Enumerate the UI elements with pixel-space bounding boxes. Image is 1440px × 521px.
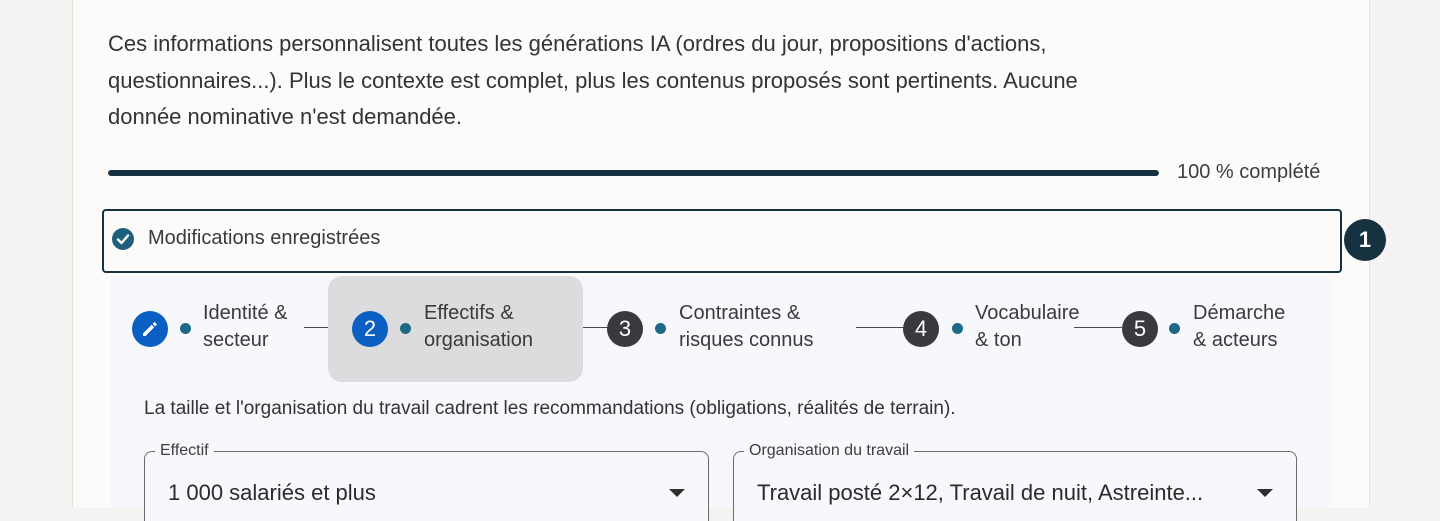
step-4-circle[interactable]: 4 <box>903 311 939 347</box>
chevron-down-icon <box>1257 489 1273 497</box>
step-connector <box>856 327 904 328</box>
pencil-icon <box>143 322 157 336</box>
step-1-circle[interactable] <box>132 311 168 347</box>
effectif-select[interactable]: Effectif 1 000 salariés et plus <box>144 442 709 521</box>
progress-label: 100 % complété <box>1177 161 1321 183</box>
effectif-label: Effectif <box>155 442 214 460</box>
step-2-circle[interactable]: 2 <box>352 311 388 347</box>
progress-bar <box>108 170 1159 176</box>
step-4-label: Vocabulaire & ton <box>975 302 1080 351</box>
step-dot <box>400 323 411 334</box>
annotation-marker: 1 <box>1344 219 1386 261</box>
step-dot <box>655 323 666 334</box>
progress-bar-fill <box>108 170 1159 176</box>
step-3-circle[interactable]: 3 <box>607 311 643 347</box>
step-connector <box>1074 327 1122 328</box>
save-status-banner: Modifications enregistrées <box>102 209 1342 273</box>
step-dot <box>1169 323 1180 334</box>
organisation-value: Travail posté 2×12, Travail de nuit, Ast… <box>757 480 1204 505</box>
step-5-label: Démarche & acteurs <box>1193 302 1286 351</box>
chevron-down-icon <box>669 489 685 497</box>
step-2-label: Effectifs & organisation <box>424 302 533 351</box>
organisation-select[interactable]: Organisation du travail Travail posté 2×… <box>733 442 1297 521</box>
intro-text: Ces informations personnalisent toutes l… <box>108 31 1078 129</box>
step-3-label: Contraintes & risques connus <box>679 302 814 351</box>
step-5-circle[interactable]: 5 <box>1122 311 1158 347</box>
step-1-label: Identité & secteur <box>203 302 288 351</box>
step-dot <box>952 323 963 334</box>
step-dot <box>180 323 191 334</box>
save-status-text: Modifications enregistrées <box>148 227 381 249</box>
effectif-value: 1 000 salariés et plus <box>168 480 376 505</box>
organisation-label: Organisation du travail <box>744 442 915 460</box>
check-circle-icon <box>112 228 134 250</box>
step-description: La taille et l'organisation du travail c… <box>144 398 956 419</box>
